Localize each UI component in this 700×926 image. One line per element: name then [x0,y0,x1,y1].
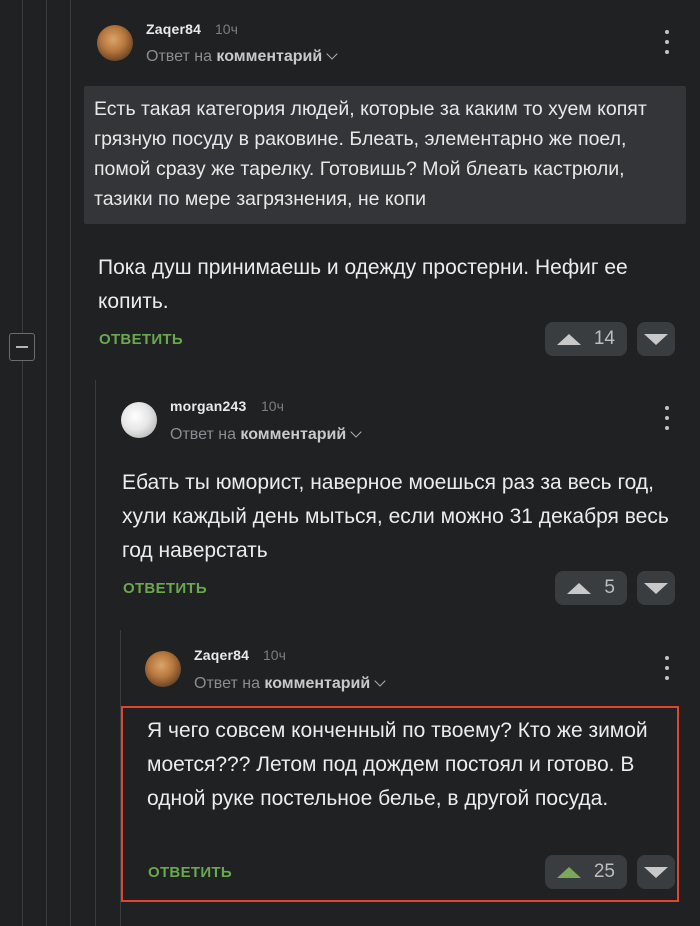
kebab-menu-icon[interactable] [664,30,670,54]
reply-to-link[interactable]: Ответ на комментарий [146,48,338,66]
upvote-button[interactable]: 14 [545,322,627,356]
downvote-icon [644,582,668,594]
collapse-icon [16,346,28,348]
downvote-button[interactable] [637,322,675,356]
reply-to-link[interactable]: Ответ на комментарий [194,675,386,693]
chevron-down-icon [374,675,386,687]
username[interactable]: Zaqer84 [146,21,201,37]
thread-line [95,380,96,926]
avatar[interactable] [145,651,181,687]
collapse-thread-button[interactable] [9,333,35,361]
comment-text: Ебать ты юморист, наверное моешься раз з… [122,471,669,562]
chevron-down-icon [326,48,338,60]
reply-button[interactable]: ОТВЕТИТЬ [99,331,183,348]
thread-line [46,0,47,926]
avatar[interactable] [121,402,157,438]
reply-button[interactable]: ОТВЕТИТЬ [123,580,207,597]
kebab-menu-icon[interactable] [664,656,670,680]
upvote-button[interactable]: 5 [555,571,627,605]
chevron-down-icon [350,426,362,438]
reply-to-link[interactable]: Ответ на комментарий [170,426,362,444]
timestamp: 10ч [261,398,284,414]
quoted-comment: Есть такая категория людей, которые за к… [84,86,686,224]
timestamp: 10ч [215,21,238,37]
score: 14 [593,328,615,349]
highlight-box [121,706,679,902]
downvote-button[interactable] [637,571,675,605]
thread-line [70,0,71,926]
upvote-icon [567,582,591,594]
username[interactable]: morgan243 [170,398,247,414]
score: 5 [604,577,615,598]
thread-line [22,0,23,333]
avatar[interactable] [97,25,133,61]
thread-line [22,361,23,926]
downvote-icon [644,333,668,345]
timestamp: 10ч [263,647,286,663]
upvote-icon [557,333,581,345]
kebab-menu-icon[interactable] [664,406,670,430]
username[interactable]: Zaqer84 [194,647,249,663]
comment-text: Пока душ принимаешь и одежду простерни. … [98,256,628,313]
